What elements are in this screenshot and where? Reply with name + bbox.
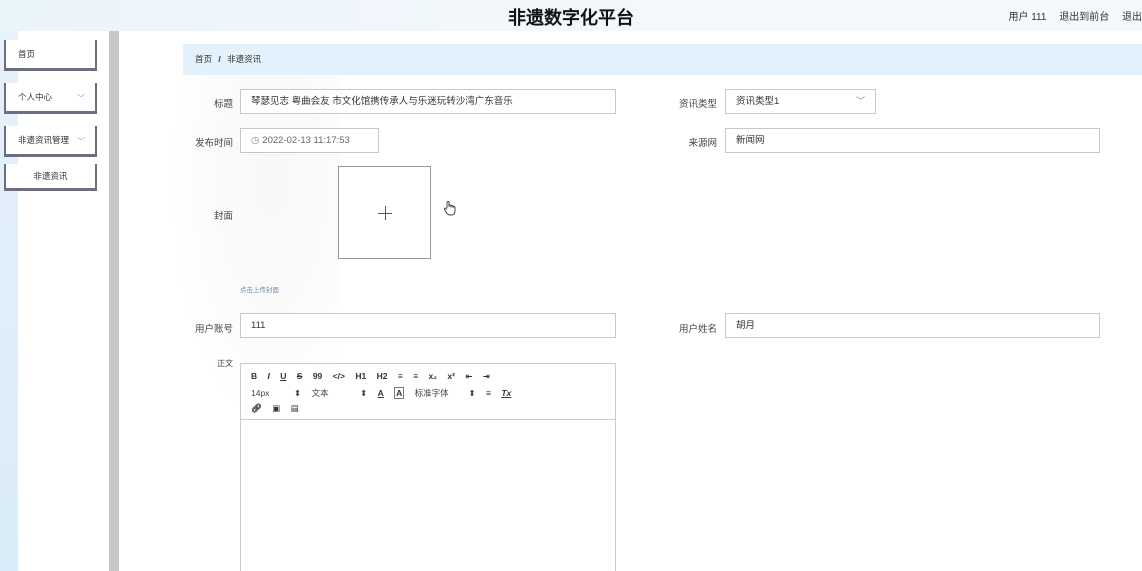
- background-color-icon[interactable]: A: [394, 387, 405, 399]
- sidebar-item-label: 首页: [18, 49, 36, 59]
- font-family-value: 标准字体: [414, 388, 449, 398]
- title-input[interactable]: 琴瑟见志 粤曲会友 市文化馆携传承人与乐迷玩转沙湾广东音乐: [240, 89, 616, 114]
- app-title: 非遗数字化平台: [508, 8, 634, 29]
- news-type-value: 资讯类型1: [736, 96, 780, 107]
- chevron-down-icon: ﹀: [77, 94, 85, 103]
- align-icon[interactable]: ≡: [486, 388, 491, 398]
- link-icon[interactable]: 🔗︎: [251, 403, 262, 413]
- breadcrumb-home[interactable]: 首页: [195, 54, 212, 64]
- bold-button[interactable]: B: [251, 371, 257, 381]
- sidebar-item-label: 个人中心: [18, 92, 53, 102]
- rich-text-editor: B I U S 99 </> H1 H2 ≡ ≡ x₂ x² ⇤ ⇥ 14px …: [240, 363, 616, 571]
- font-family-select[interactable]: 标准字体 ⬍: [415, 388, 476, 398]
- user-label: 用户 111: [1008, 12, 1047, 23]
- ordered-list-button[interactable]: ≡: [398, 371, 403, 381]
- superscript-button[interactable]: x²: [447, 371, 455, 381]
- cover-upload-hint[interactable]: 点击上传封面: [240, 284, 279, 294]
- account-input[interactable]: 111: [240, 313, 616, 338]
- breadcrumb: 首页 / 非遗资讯: [183, 44, 1142, 75]
- breadcrumb-separator: /: [218, 54, 221, 64]
- toolbar-row-3: 🔗︎ ▣ ▤: [251, 403, 307, 414]
- hand-cursor-icon: [444, 201, 456, 216]
- text-style-value: 文本: [311, 388, 329, 398]
- sidebar-scrollbar[interactable]: [109, 31, 119, 571]
- username-input[interactable]: 胡月: [725, 313, 1100, 338]
- video-icon[interactable]: ▤: [291, 403, 299, 413]
- cover-upload-button[interactable]: [338, 166, 431, 259]
- header-actions: 用户 111 退出到前台 退出: [998, 8, 1142, 23]
- subscript-button[interactable]: x₂: [429, 371, 438, 381]
- chevron-down-icon: ﹀: [855, 96, 865, 106]
- outdent-button[interactable]: ⇤: [465, 371, 472, 381]
- font-color-icon[interactable]: A: [378, 388, 384, 398]
- source-input[interactable]: 新闻网: [725, 128, 1100, 153]
- logout-link[interactable]: 退出: [1122, 12, 1142, 23]
- publish-time-value: 2022-02-13 11:17:53: [262, 135, 350, 146]
- publish-time-label: 发布时间: [194, 138, 233, 149]
- plus-icon: [385, 206, 386, 220]
- sidebar-item-heritage-news-management[interactable]: 非遗资讯管理 ﹀: [4, 126, 97, 157]
- news-type-label: 资讯类型: [678, 99, 717, 110]
- content-label: 正文: [217, 359, 233, 368]
- code-block-button[interactable]: </>: [333, 371, 345, 381]
- sidebar-item-home[interactable]: 首页: [4, 40, 97, 71]
- exit-to-front-link[interactable]: 退出到前台: [1059, 12, 1109, 23]
- toolbar-row-1: B I U S 99 </> H1 H2 ≡ ≡ x₂ x² ⇤ ⇥: [251, 371, 498, 382]
- sidebar-item-label: 非遗资讯: [33, 171, 68, 181]
- breadcrumb-current: 非遗资讯: [227, 54, 262, 64]
- cover-label: 封面: [213, 211, 233, 222]
- chevron-down-icon: ﹀: [77, 137, 85, 146]
- header1-button[interactable]: H1: [355, 371, 366, 381]
- italic-button[interactable]: I: [268, 371, 270, 381]
- header2-button[interactable]: H2: [377, 371, 388, 381]
- publish-time-picker[interactable]: ◷ 2022-02-13 11:17:53: [240, 128, 379, 153]
- sidebar-item-label: 非遗资讯管理: [18, 135, 70, 145]
- bullet-list-button[interactable]: ≡: [413, 371, 418, 381]
- clear-format-icon[interactable]: Tx: [501, 388, 511, 398]
- sidebar-subitem-heritage-news[interactable]: 非遗资讯: [4, 164, 97, 191]
- source-label: 来源网: [688, 138, 717, 149]
- editor-content-area[interactable]: [241, 420, 615, 571]
- news-type-select[interactable]: 资讯类型1 ﹀: [725, 89, 876, 114]
- blockquote-button[interactable]: 99: [313, 371, 322, 381]
- top-header: 非遗数字化平台 用户 111 退出到前台 退出: [0, 0, 1142, 31]
- toolbar-row-2: 14px ⬍ 文本 ⬍ A A 标准字体 ⬍ ≡ Tx: [251, 387, 519, 399]
- sidebar-item-personal-center[interactable]: 个人中心 ﹀: [4, 83, 97, 114]
- username-label: 用户姓名: [678, 324, 717, 335]
- text-style-select[interactable]: 文本 ⬍: [311, 388, 367, 398]
- editor-toolbar: B I U S 99 </> H1 H2 ≡ ≡ x₂ x² ⇤ ⇥ 14px …: [241, 364, 615, 420]
- image-icon[interactable]: ▣: [272, 403, 280, 413]
- font-size-select[interactable]: 14px ⬍: [251, 388, 301, 398]
- strike-button[interactable]: S: [297, 371, 303, 381]
- font-size-value: 14px: [251, 388, 270, 398]
- indent-button[interactable]: ⇥: [483, 371, 490, 381]
- clock-icon: ◷: [251, 135, 260, 146]
- underline-button[interactable]: U: [280, 371, 286, 381]
- title-label: 标题: [213, 99, 233, 110]
- account-label: 用户账号: [194, 324, 233, 335]
